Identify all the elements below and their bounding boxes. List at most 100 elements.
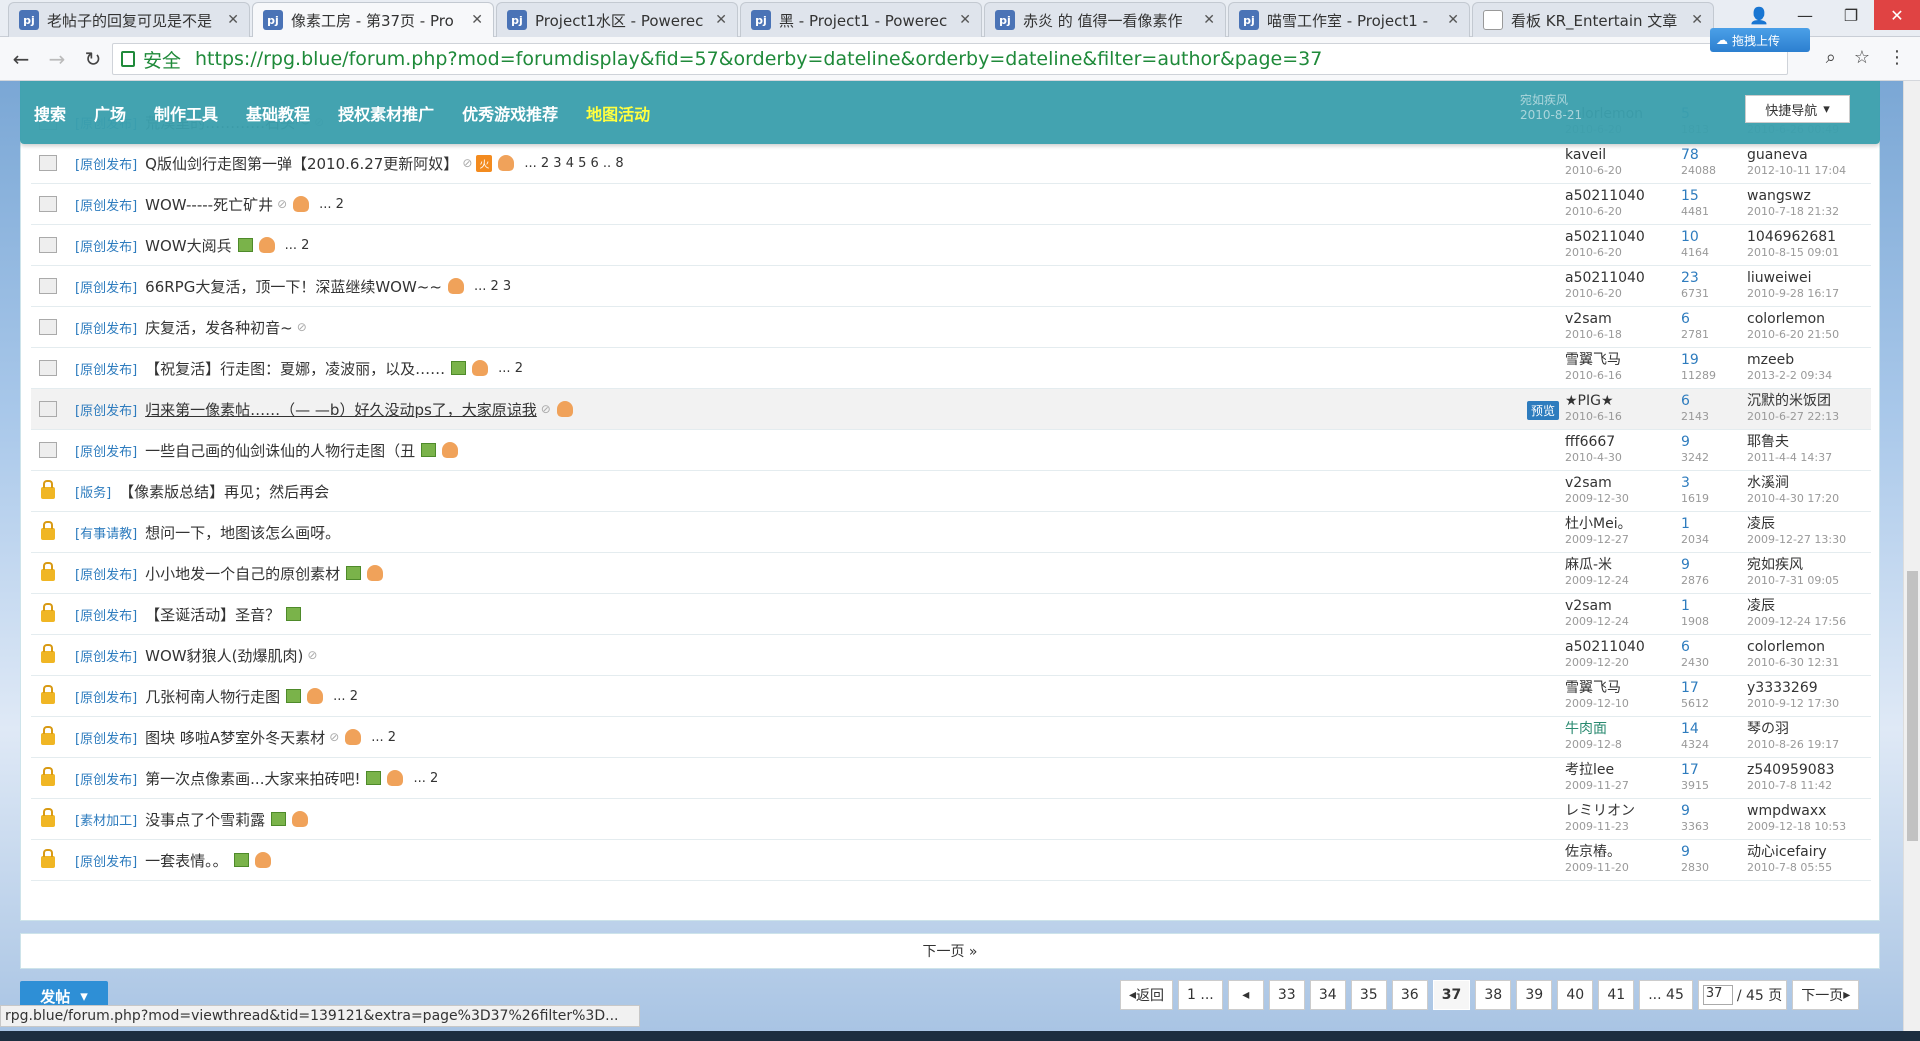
drag-upload-badge[interactable]: ☁ 拖拽上传 bbox=[1710, 28, 1810, 52]
last-post-time[interactable]: 2010-4-30 17:20 bbox=[1747, 492, 1877, 506]
thread-title-link[interactable]: 【祝复活】行走图：夏娜，凌波丽，以及…… bbox=[145, 358, 445, 379]
tab-close-icon[interactable]: ✕ bbox=[471, 12, 483, 28]
tab-close-icon[interactable]: ✕ bbox=[1447, 12, 1459, 28]
thread-category-link[interactable]: [原创发布] bbox=[75, 728, 137, 747]
thread-category-link[interactable]: [原创发布] bbox=[75, 236, 137, 255]
thread-reply-count[interactable]: 1 bbox=[1681, 516, 1751, 533]
thread-row[interactable]: [原创发布] 归来第一像素帖……（— —b）好久没动ps了，大家原谅我 ⊘ 预览 ★PI… bbox=[31, 389, 1871, 430]
thread-category-link[interactable]: [原创发布] bbox=[75, 687, 137, 706]
thread-page-links[interactable]: ... 2 3 bbox=[474, 279, 511, 294]
pager-page-input[interactable]: 37 bbox=[1702, 985, 1733, 1005]
thread-page-links[interactable]: ... 2 3 4 5 6 .. 8 bbox=[524, 156, 623, 171]
thread-reply-count[interactable]: 1 bbox=[1681, 598, 1751, 615]
thread-category-link[interactable]: [原创发布] bbox=[75, 318, 137, 337]
pager-next-button[interactable]: 下一页 ▸ bbox=[1792, 980, 1860, 1010]
menu-icon[interactable]: ⋮ bbox=[1888, 47, 1906, 68]
thread-reply-count[interactable]: 23 bbox=[1681, 270, 1751, 287]
thread-author[interactable]: v2sam bbox=[1565, 311, 1685, 328]
thread-category-link[interactable]: [原创发布] bbox=[75, 359, 137, 378]
thread-row[interactable]: [原创发布] 一些自己画的仙剑诛仙的人物行走图（丑 fff6667 2010-4-30… bbox=[31, 430, 1871, 471]
back-arrow-icon[interactable]: ← bbox=[6, 47, 36, 71]
last-poster[interactable]: mzeeb bbox=[1747, 352, 1877, 369]
thread-category-link[interactable]: [有事请教] bbox=[75, 523, 137, 542]
thread-author[interactable]: a50211040 bbox=[1565, 188, 1685, 205]
last-poster[interactable]: 宛如疾风 bbox=[1747, 557, 1877, 574]
thread-page-links[interactable]: ... 2 bbox=[333, 689, 358, 704]
nav-item[interactable]: 搜索 bbox=[34, 101, 66, 125]
thread-reply-count[interactable]: 10 bbox=[1681, 229, 1751, 246]
thread-author[interactable]: kaveil bbox=[1565, 147, 1685, 164]
next-page-bar[interactable]: 下一页 » bbox=[20, 933, 1880, 969]
zoom-icon[interactable]: ⌕ bbox=[1826, 47, 1836, 68]
thread-author[interactable]: 雪翼飞马 bbox=[1565, 680, 1685, 697]
thread-author[interactable]: 麻瓜-米 bbox=[1565, 557, 1685, 574]
scrollbar-thumb[interactable] bbox=[1907, 571, 1918, 841]
thread-category-link[interactable]: [原创发布] bbox=[75, 605, 137, 624]
last-poster[interactable]: 动心icefairy bbox=[1747, 844, 1877, 861]
last-post-time[interactable]: 2013-2-2 09:34 bbox=[1747, 369, 1877, 383]
thread-title-link[interactable]: 小小地发一个自己的原创素材 bbox=[145, 563, 340, 584]
thread-reply-count[interactable]: 19 bbox=[1681, 352, 1751, 369]
nav-item[interactable]: 优秀游戏推荐 bbox=[462, 101, 558, 125]
preview-button[interactable]: 预览 bbox=[1527, 401, 1560, 420]
thread-author[interactable]: v2sam bbox=[1565, 598, 1685, 615]
thread-author[interactable]: ★PIG★ bbox=[1565, 393, 1685, 410]
thread-row[interactable]: [原创发布] 几张柯南人物行走图... 2 雪翼飞马 2009-12-10 17 5612… bbox=[31, 676, 1871, 717]
thread-title-link[interactable]: 【圣诞活动】圣音？ bbox=[145, 604, 280, 625]
thread-category-link[interactable]: [版务] bbox=[75, 482, 111, 501]
pager-page-number[interactable]: 41 bbox=[1598, 980, 1635, 1010]
nav-item[interactable]: 广场 bbox=[94, 101, 126, 125]
thread-title-link[interactable]: 没事点了个雪莉露 bbox=[145, 809, 265, 830]
pager-prev-icon[interactable]: ◂ bbox=[1227, 980, 1264, 1010]
thread-row[interactable]: [素材加工] 没事点了个雪莉露 レミリオン 2009-11-23 9 3363 wmpdwa… bbox=[31, 799, 1871, 840]
thread-title-link[interactable]: Q版仙剑行走图第一弹【2010.6.27更新阿奴】 bbox=[145, 153, 458, 174]
thread-author[interactable]: a50211040 bbox=[1565, 639, 1685, 656]
thread-title-link[interactable]: WOW豺狼人(劲爆肌肉) bbox=[145, 645, 303, 666]
thread-title-link[interactable]: 庆复活，发各种初音~ bbox=[145, 317, 293, 338]
last-post-time[interactable]: 2012-10-11 17:04 bbox=[1747, 164, 1877, 178]
reload-icon[interactable]: ↻ bbox=[78, 47, 108, 71]
thread-title-link[interactable]: 一些自己画的仙剑诛仙的人物行走图（丑 bbox=[145, 440, 415, 461]
last-poster[interactable]: z540959083 bbox=[1747, 762, 1877, 779]
tab-close-icon[interactable]: ✕ bbox=[1691, 12, 1703, 28]
last-post-time[interactable]: 2009-12-24 17:56 bbox=[1747, 615, 1877, 629]
thread-title-link[interactable]: 归来第一像素帖……（— —b）好久没动ps了，大家原谅我 bbox=[145, 399, 537, 420]
browser-tab[interactable]: pj 黑 - Project1 - Powerec ✕ bbox=[740, 2, 982, 37]
thread-row[interactable]: [原创发布] Q版仙剑行走图第一弹【2010.6.27更新阿奴】 ⊘ 火 ... 2 3… bbox=[31, 143, 1871, 184]
tab-close-icon[interactable]: ✕ bbox=[227, 12, 239, 28]
thread-row[interactable]: [原创发布] 【圣诞活动】圣音？ v2sam 2009-12-24 1 1908 凌辰 200… bbox=[31, 594, 1871, 635]
last-post-time[interactable]: 2010-6-27 22:13 bbox=[1747, 410, 1877, 424]
thread-title-link[interactable]: 图块 哆啦A梦室外冬天素材 bbox=[145, 727, 325, 748]
thread-category-link[interactable]: [原创发布] bbox=[75, 154, 137, 173]
thread-title-link[interactable]: 几张柯南人物行走图 bbox=[145, 686, 280, 707]
thread-reply-count[interactable]: 6 bbox=[1681, 639, 1751, 656]
pager-page-number[interactable]: 36 bbox=[1391, 980, 1428, 1010]
last-poster[interactable]: 水溪涧 bbox=[1747, 475, 1877, 492]
thread-category-link[interactable]: [原创发布] bbox=[75, 851, 137, 870]
thread-reply-count[interactable]: 15 bbox=[1681, 188, 1751, 205]
thread-category-link[interactable]: [原创发布] bbox=[75, 646, 137, 665]
pager-page-number[interactable]: 34 bbox=[1309, 980, 1346, 1010]
thread-author[interactable]: fff6667 bbox=[1565, 434, 1685, 451]
last-poster[interactable]: liuweiwei bbox=[1747, 270, 1877, 287]
pager-page-number[interactable]: 37 bbox=[1432, 980, 1471, 1010]
thread-reply-count[interactable]: 6 bbox=[1681, 393, 1751, 410]
thread-author[interactable]: 牛肉面 bbox=[1565, 721, 1685, 738]
thread-category-link[interactable]: [原创发布] bbox=[75, 400, 137, 419]
browser-tab[interactable]: pj Project1水区 - Powerec ✕ bbox=[496, 2, 738, 37]
last-post-time[interactable]: 2010-7-31 09:05 bbox=[1747, 574, 1877, 588]
pager-page-number[interactable]: 39 bbox=[1516, 980, 1553, 1010]
thread-reply-count[interactable]: 3 bbox=[1681, 475, 1751, 492]
thread-author[interactable]: v2sam bbox=[1565, 475, 1685, 492]
thread-reply-count[interactable]: 14 bbox=[1681, 721, 1751, 738]
last-post-time[interactable]: 2010-8-26 19:17 bbox=[1747, 738, 1877, 752]
last-poster[interactable]: 耶鲁夫 bbox=[1747, 434, 1877, 451]
thread-row[interactable]: [原创发布] 小小地发一个自己的原创素材 麻瓜-米 2009-12-24 9 2876 宛如… bbox=[31, 553, 1871, 594]
last-poster[interactable]: 沉默的米饭团 bbox=[1747, 393, 1877, 410]
thread-reply-count[interactable]: 9 bbox=[1681, 844, 1751, 861]
last-post-time[interactable]: 2011-4-4 14:37 bbox=[1747, 451, 1877, 465]
thread-reply-count[interactable]: 78 bbox=[1681, 147, 1751, 164]
url-input[interactable]: 安全 https://rpg.blue/forum.php?mod=forumd… bbox=[112, 43, 1788, 75]
thread-row[interactable]: [有事请教] 想问一下，地图该怎么画呀。 杜小Mei。 2009-12-27 1 2034… bbox=[31, 512, 1871, 553]
thread-title-link[interactable]: WOW大阅兵 bbox=[145, 235, 231, 256]
